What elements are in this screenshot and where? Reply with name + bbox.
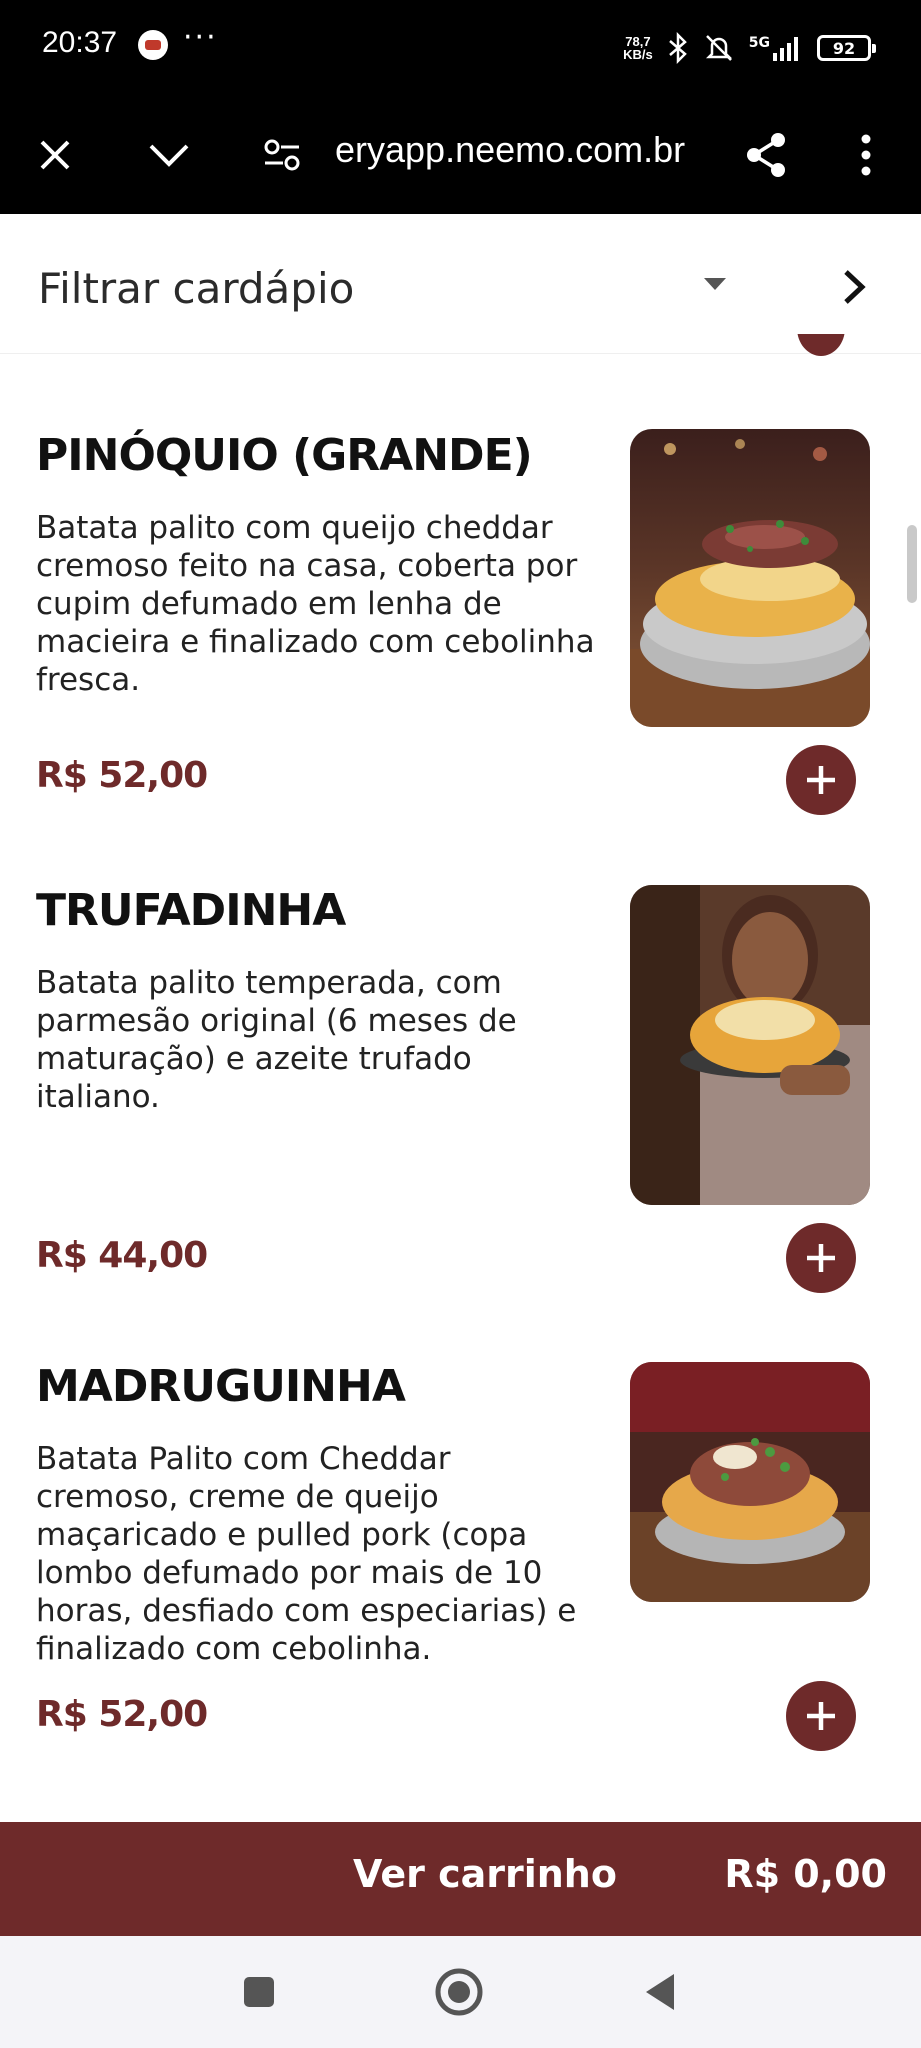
plus-icon	[807, 1702, 835, 1730]
menu-item[interactable]: TRUFADINHA Batata palito temperada, com …	[0, 840, 921, 1300]
filter-menu-dropdown[interactable]: Filtrar cardápio	[38, 264, 354, 313]
share-icon[interactable]	[736, 125, 796, 185]
item-photo[interactable]	[630, 1362, 870, 1602]
caret-down-icon[interactable]	[700, 274, 730, 294]
network-speed: 78,7 KB/s	[623, 35, 653, 61]
item-name: MADRUGUINHA	[36, 1361, 406, 1412]
recents-square-icon[interactable]	[231, 1964, 287, 2020]
chevron-down-icon[interactable]	[139, 125, 199, 185]
battery-indicator: 92	[817, 35, 876, 61]
item-price: R$ 52,00	[36, 1694, 208, 1735]
home-circle-icon[interactable]	[431, 1964, 487, 2020]
menu-filter-bar: Filtrar cardápio	[0, 214, 921, 354]
status-more-icon: ···	[183, 20, 218, 55]
item-photo[interactable]	[630, 885, 870, 1205]
network-speed-unit: KB/s	[623, 47, 653, 62]
item-name: TRUFADINHA	[36, 885, 346, 936]
item-description: Batata palito temperada, com parmesão or…	[36, 965, 517, 1115]
close-icon[interactable]	[25, 125, 85, 185]
browser-toolbar: eryapp.neemo.com.br	[0, 95, 921, 214]
menu-item[interactable]: PINÓQUIO (GRANDE) Batata palito com quei…	[0, 355, 921, 815]
item-price: R$ 52,00	[36, 755, 208, 796]
chevron-right-icon[interactable]	[834, 262, 874, 312]
status-time: 20:37	[42, 26, 118, 59]
menu-item[interactable]: MADRUGUINHA Batata Palito com Cheddar cr…	[0, 1316, 921, 1786]
notification-app-icon	[138, 30, 168, 60]
site-settings-icon[interactable]	[252, 125, 312, 185]
network-type: 5G	[748, 35, 770, 51]
back-triangle-icon[interactable]	[632, 1964, 688, 2020]
cart-label: Ver carrinho	[353, 1852, 617, 1896]
page-scrollbar[interactable]	[907, 525, 917, 603]
system-navigation-bar	[0, 1936, 921, 2048]
bluetooth-icon	[668, 32, 687, 64]
add-to-cart-button[interactable]	[786, 1681, 856, 1751]
cart-total: R$ 0,00	[724, 1852, 887, 1896]
item-name: PINÓQUIO (GRANDE)	[36, 430, 533, 481]
item-price: R$ 44,00	[36, 1235, 208, 1276]
signal-bars-icon	[773, 37, 798, 61]
url-text[interactable]: eryapp.neemo.com.br	[335, 129, 685, 171]
status-indicators: 78,7 KB/s 5G 92	[623, 28, 876, 68]
item-description: Batata Palito com Cheddar cremoso, creme…	[36, 1441, 577, 1667]
bell-muted-icon	[705, 35, 732, 61]
item-photo[interactable]	[630, 429, 870, 727]
plus-icon	[807, 766, 835, 794]
add-to-cart-button[interactable]	[786, 1223, 856, 1293]
more-options-icon[interactable]	[836, 125, 896, 185]
signal-5g: 5G	[749, 35, 803, 61]
item-description: Batata palito com queijo cheddar cremoso…	[36, 510, 595, 698]
status-bar: 20:37 ··· 78,7 KB/s 5G 92	[0, 0, 921, 95]
view-cart-button[interactable]: Ver carrinho R$ 0,00	[0, 1822, 921, 1936]
plus-icon	[807, 1244, 835, 1272]
add-to-cart-button[interactable]	[786, 745, 856, 815]
